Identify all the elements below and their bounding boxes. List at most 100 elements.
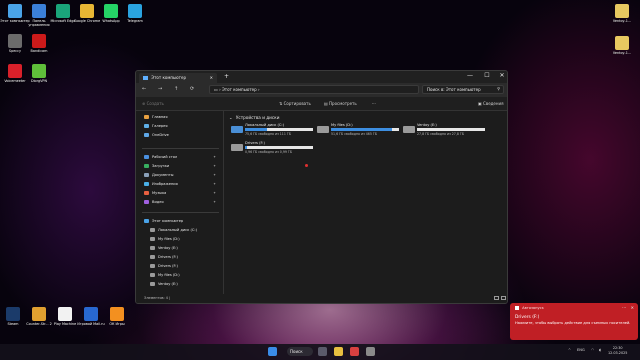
address-bar[interactable]: ▭ › Этот компьютер ›: [209, 85, 419, 94]
taskbar-app-2-icon[interactable]: [366, 347, 375, 356]
pin-icon[interactable]: ✦: [213, 182, 216, 186]
drive-tile[interactable]: My files (D:) 51,6 ГБ свободно из 465 ГБ: [317, 123, 403, 143]
sidebar-item-label: Музыка: [152, 191, 167, 195]
clock[interactable]: 22:30 12.03.2025: [608, 346, 627, 356]
app-icon: [110, 307, 124, 321]
folder-icon: [150, 246, 155, 250]
taskbar-search-label: Поиск: [290, 349, 303, 354]
sidebar-item[interactable]: Ventoy (E:): [150, 282, 220, 289]
chevron-right-icon[interactable]: ›: [258, 87, 260, 92]
task-view-icon[interactable]: [318, 347, 327, 356]
folder-icon: [150, 282, 155, 286]
close-notification-icon[interactable]: ✕: [631, 305, 634, 310]
sidebar-item[interactable]: Локальный диск (C:): [150, 228, 220, 235]
drive-name: Ventoy (E:): [417, 123, 437, 127]
sidebar-item[interactable]: Ventoy (E:): [150, 246, 220, 253]
folder-icon: [144, 124, 149, 128]
sidebar-item[interactable]: Изображения ✦: [144, 182, 220, 189]
sidebar-item[interactable]: Музыка ✦: [144, 191, 220, 198]
folder-icon: [150, 273, 155, 277]
pin-icon[interactable]: ✦: [213, 200, 216, 204]
app-icon: [80, 4, 94, 18]
tiles-view-icon[interactable]: [501, 296, 506, 300]
more-options-icon[interactable]: ···: [622, 305, 626, 310]
app-icon: [32, 64, 46, 78]
tab-title: Этот компьютер: [151, 75, 187, 80]
desktop-icon[interactable]: Ventoy-1...: [607, 4, 637, 23]
create-button[interactable]: ⊕ Создать: [142, 101, 164, 106]
language-indicator[interactable]: ENG: [577, 348, 585, 352]
drive-tile[interactable]: Ventoy (E:) 27,8 ГБ свободно из 27,8 ГБ: [403, 123, 489, 143]
sidebar-item[interactable]: Загрузки ✦: [144, 164, 220, 171]
folder-icon: [144, 155, 149, 159]
sidebar-item-label: Этот компьютер: [152, 219, 184, 223]
refresh-button[interactable]: ⟳: [190, 86, 194, 92]
drive-usage-fill: [331, 128, 392, 131]
drive-tile[interactable]: Drivers (F:) 0,96 ГБ свободно из 0,99 ГБ: [231, 141, 317, 161]
forward-button[interactable]: →: [158, 86, 162, 92]
sidebar-item[interactable]: OneDrive: [144, 133, 220, 140]
pin-icon[interactable]: ✦: [213, 164, 216, 168]
folder-icon: [144, 219, 149, 223]
desktop-icon[interactable]: Bandicam: [24, 34, 54, 53]
start-button-icon[interactable]: [268, 347, 277, 356]
tray-overflow-icon[interactable]: ^: [568, 348, 571, 352]
sidebar-item[interactable]: Документы ✦: [144, 173, 220, 180]
section-devices-header[interactable]: ⌄ Устройства и диски: [229, 115, 279, 120]
taskbar-search[interactable]: Поиск: [287, 347, 313, 356]
notification-app-name: Автозапуск: [522, 306, 544, 310]
desktop-icon[interactable]: Telegram: [120, 4, 150, 23]
desktop-icon[interactable]: Ventoy-1...: [607, 36, 637, 55]
search-input[interactable]: Поиск в: Этот компьютер ⚲: [422, 85, 504, 94]
sidebar-item-label: Документы: [152, 173, 174, 177]
sidebar-item-label: Drivers (F:): [158, 264, 178, 268]
volume-icon[interactable]: ◖: [599, 348, 601, 352]
drive-name: Drivers (F:): [245, 141, 265, 145]
sidebar-item[interactable]: Видео ✦: [144, 200, 220, 207]
sidebar-item-label: Изображения: [152, 182, 178, 186]
sidebar-item-label: Рабочий стол: [152, 155, 178, 159]
new-tab-button[interactable]: +: [224, 73, 229, 80]
sidebar-item[interactable]: Этот компьютер: [144, 219, 220, 226]
sidebar-item[interactable]: My files (D:): [150, 273, 220, 280]
close-tab-icon[interactable]: ✕: [210, 75, 213, 80]
tab-this-pc[interactable]: Этот компьютер ✕: [139, 73, 217, 83]
file-explorer-icon[interactable]: [334, 347, 343, 356]
sidebar-item[interactable]: Главная: [144, 115, 220, 122]
notification-title: Drivers (F:): [515, 315, 540, 320]
sidebar-item[interactable]: Рабочий стол ✦: [144, 155, 220, 162]
notification-body: Нажмите, чтобы выбрать действие для съем…: [515, 321, 631, 325]
sidebar-item[interactable]: My files (D:): [150, 237, 220, 244]
maximize-button[interactable]: ☐: [479, 72, 495, 79]
sidebar-item[interactable]: Drivers (F:): [150, 255, 220, 262]
pin-icon[interactable]: ✦: [213, 191, 216, 195]
sidebar-item-label: Галерея: [152, 124, 168, 128]
status-bar: Элементов: 4 |: [136, 294, 507, 303]
folder-icon: [144, 115, 149, 119]
drive-tile[interactable]: Локальный диск (C:) 75,6 ГБ свободно из 1…: [231, 123, 317, 143]
more-options-button[interactable]: ···: [372, 101, 376, 106]
sidebar-item[interactable]: Галерея: [144, 124, 220, 131]
taskbar: Поиск ^ ENG ◠ ◖ 22:30 12.03.2025: [0, 344, 640, 360]
up-button[interactable]: ↑: [174, 86, 178, 92]
wifi-icon[interactable]: ◠: [591, 348, 594, 352]
details-button[interactable]: ▣ Сведения: [478, 101, 504, 106]
breadcrumb-this-pc[interactable]: Этот компьютер: [222, 87, 257, 92]
sort-button[interactable]: ⇅ Сортировать: [279, 101, 311, 106]
back-button[interactable]: ←: [142, 86, 146, 92]
minimize-button[interactable]: —: [462, 72, 478, 79]
explorer-window: Этот компьютер ✕ + — ☐ ✕ ← → ↑ ⟳ ▭ › Это…: [135, 70, 508, 304]
folder-icon: [144, 164, 149, 168]
details-view-icon[interactable]: [494, 296, 499, 300]
desktop-icon[interactable]: DiorgVPN: [24, 64, 54, 83]
sidebar-item[interactable]: Drivers (F:): [150, 264, 220, 271]
drive-usage-bar: [331, 128, 399, 131]
pin-icon[interactable]: ✦: [213, 173, 216, 177]
view-button[interactable]: ▤ Просмотреть: [324, 101, 357, 106]
taskbar-app-icon[interactable]: [350, 347, 359, 356]
pin-icon[interactable]: ✦: [213, 155, 216, 159]
desktop-icon[interactable]: ОК Игры: [102, 307, 132, 326]
command-bar: ⊕ Создать ⇅ Сортировать ▤ Просмотреть ··…: [136, 97, 507, 111]
close-window-button[interactable]: ✕: [494, 72, 507, 79]
autoplay-notification[interactable]: Автозапуск ··· ✕ Drivers (F:) Нажмите, ч…: [510, 303, 638, 340]
